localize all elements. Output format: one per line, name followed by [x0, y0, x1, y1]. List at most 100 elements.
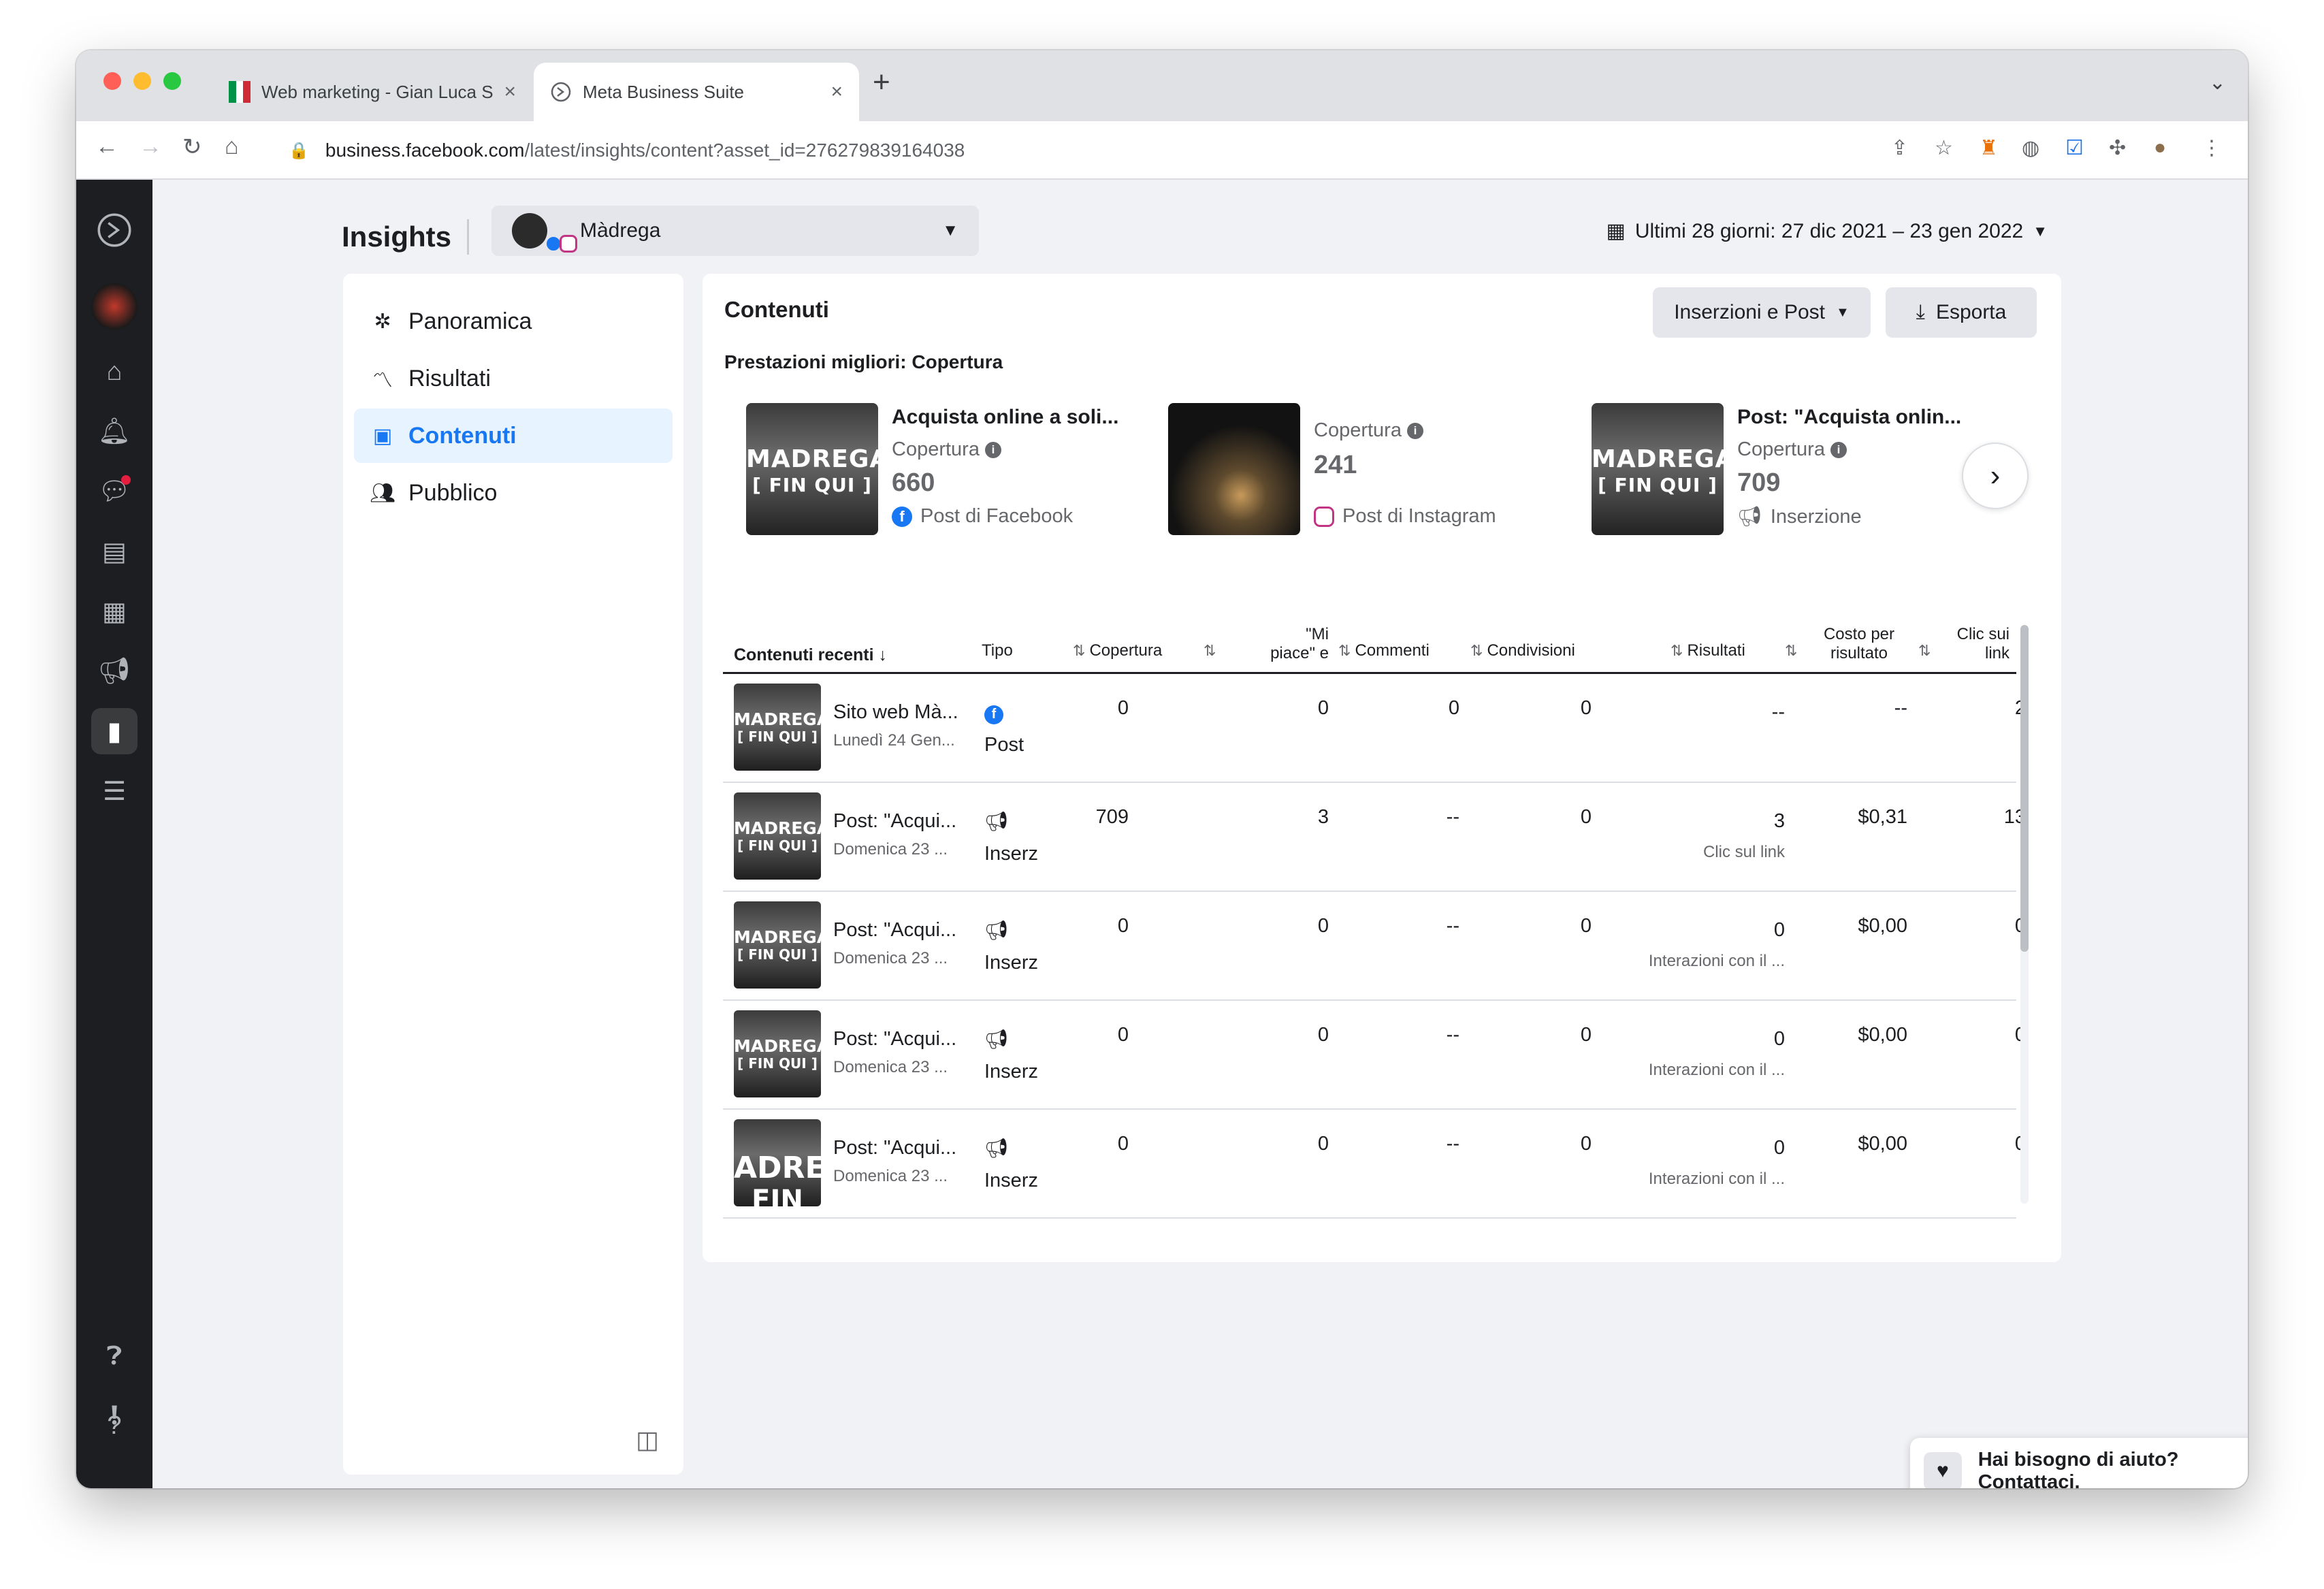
sidebar-item-panoramica[interactable]: ✲ Panoramica	[354, 294, 673, 349]
info-icon[interactable]: i	[984, 442, 1001, 459]
caret-down-icon: ▼	[2033, 222, 2048, 240]
ads-megaphone-icon[interactable]: 📢︎	[91, 648, 138, 694]
profile-avatar-icon[interactable]: ●	[2154, 136, 2166, 159]
header-divider	[467, 219, 469, 255]
row-title[interactable]: Sito web Mà...	[833, 701, 958, 724]
account-selector[interactable]: Màdrega ▼	[491, 206, 979, 256]
cell-shares: 0	[1580, 697, 1592, 719]
top-content-item[interactable]: Copertura i 241 Post di Instagram	[1168, 403, 1570, 539]
account-avatar	[512, 213, 577, 253]
sort-icon[interactable]: ⇅	[1204, 641, 1220, 660]
cell-results-sub: Interazioni con il ...	[1648, 952, 1785, 970]
megaphone-icon: 📢︎	[984, 920, 1009, 941]
close-tab-icon[interactable]: ×	[830, 80, 843, 103]
help-contact-button[interactable]: ♥ Hai bisogno di aiuto? Contattaci.	[1910, 1438, 2248, 1488]
post-thumbnail: MADREGA [ FIN QUI ]	[734, 792, 821, 880]
adblock-icon[interactable]: ◍	[2022, 136, 2039, 160]
reload-icon[interactable]: ↻	[182, 133, 202, 161]
account-avatar[interactable]	[91, 283, 138, 330]
sidebar-item-risultati[interactable]: 〽 Risultati	[354, 351, 673, 406]
puzzle-icon[interactable]: ✣	[2109, 136, 2126, 160]
cell-clicks: 0	[1944, 1024, 2026, 1046]
feedback-icon[interactable]: ❗︎	[91, 1393, 138, 1439]
caret-down-icon: ▼	[1835, 304, 1850, 320]
browser-tab-web-marketing[interactable]: Web marketing - Gian Luca Sh ×	[212, 63, 532, 121]
carousel-next-chevron-icon[interactable]: ›	[1962, 443, 2029, 509]
megaphone-icon: 📢︎	[984, 1029, 1009, 1050]
bookmark-star-icon[interactable]: ☆	[1935, 136, 1953, 160]
tab-search-chevron-icon[interactable]: ⌄	[2209, 71, 2226, 95]
row-title[interactable]: Post: "Acqui...	[833, 810, 956, 833]
table-row[interactable]: ADREG FIN QUI Post: "Acqui... Domenica 2…	[723, 1110, 2026, 1219]
sort-icon[interactable]: ⇅	[1785, 641, 1801, 660]
scrollbar-thumb[interactable]	[2020, 625, 2029, 952]
post-thumbnail: MADREGA [ FIN QUI ]	[734, 1010, 821, 1097]
table-row[interactable]: MADREGA [ FIN QUI ] Sito web Mà... Luned…	[723, 674, 2026, 783]
column-header-results[interactable]: ⇅ Risultati	[1671, 641, 1745, 660]
table-row[interactable]: MADREGA [ FIN QUI ] Post: "Acqui... Dome…	[723, 783, 2026, 892]
close-tab-icon[interactable]: ×	[504, 80, 516, 103]
top-content-item[interactable]: MADREGA [ FIN QUI ] Acquista online a so…	[746, 403, 1148, 539]
all-tools-menu-icon[interactable]: ☰	[91, 768, 138, 814]
row-type: Inserz	[984, 1170, 1038, 1191]
column-header-likes[interactable]: "Mi piace" e	[1247, 625, 1329, 663]
column-header-reach[interactable]: ⇅ Copertura	[1073, 641, 1162, 660]
cell-cost: --	[1894, 697, 1907, 719]
date-range-selector[interactable]: ▦ Ultimi 28 giorni: 27 dic 2021 – 23 gen…	[1606, 219, 2048, 243]
content-type-filter-button[interactable]: Inserzioni e Post ▼	[1653, 287, 1871, 338]
minimize-window-button[interactable]	[133, 72, 151, 90]
instagram-badge-icon	[560, 235, 577, 253]
table-row[interactable]: MADREGA [ FIN QUI ] Post: "Acqui... Dome…	[723, 892, 2026, 1001]
cell-results: 0	[1773, 1137, 1785, 1159]
thumbnail-text: [ FIN QUI ]	[752, 474, 872, 496]
inbox-chat-icon[interactable]: 💬︎	[91, 468, 138, 515]
checkbox-extension-icon[interactable]: ☑	[2065, 136, 2084, 160]
address-bar[interactable]: 🔒 business.facebook.com/latest/insights/…	[270, 129, 1931, 172]
thumbnail-text: FIN QUI	[752, 1185, 803, 1206]
browser-tab-meta-business-suite[interactable]: Meta Business Suite ×	[534, 63, 859, 121]
row-type: Inserz	[984, 843, 1038, 865]
forward-arrow-icon[interactable]: →	[139, 133, 162, 160]
collapse-sidebar-icon[interactable]: ◫	[636, 1426, 659, 1454]
sidebar-item-pubblico[interactable]: 👥︎ Pubblico	[354, 466, 673, 520]
posts-stories-icon[interactable]: ▤	[91, 528, 138, 575]
sort-icon[interactable]: ⇅	[1918, 641, 1935, 660]
meta-logo-icon[interactable]	[91, 207, 138, 253]
sidebar-item-contenuti[interactable]: ▣ Contenuti	[354, 408, 673, 463]
row-title[interactable]: Post: "Acqui...	[833, 1028, 956, 1050]
column-header-shares[interactable]: ⇅ Condivisioni	[1470, 641, 1586, 660]
sidebar-item-label: Risultati	[408, 365, 491, 391]
back-arrow-icon[interactable]: ←	[95, 133, 118, 160]
cell-clicks: 2	[1944, 697, 2026, 720]
new-tab-icon[interactable]: +	[873, 65, 890, 99]
share-icon[interactable]: ⇪	[1891, 136, 1908, 160]
extension-icon[interactable]: ♜	[1980, 136, 1998, 160]
top-item-value: 241	[1314, 451, 1357, 479]
info-icon[interactable]: i	[1830, 442, 1847, 459]
planner-calendar-icon[interactable]: ▦	[91, 588, 138, 635]
column-header-content[interactable]: Contenuti recenti ↓	[734, 645, 887, 664]
notifications-bell-icon[interactable]: 🔔︎	[91, 408, 138, 455]
row-title[interactable]: Post: "Acqui...	[833, 919, 956, 942]
table-row[interactable]: MADREGA [ FIN QUI ] Post: "Acqui... Dome…	[723, 1001, 2026, 1110]
help-question-icon-2[interactable]: ❓︎	[91, 1333, 138, 1379]
home-icon[interactable]: ⌂	[225, 133, 239, 160]
sort-icon: ⇅	[1073, 642, 1086, 659]
close-window-button[interactable]	[103, 72, 121, 90]
maximize-window-button[interactable]	[163, 72, 181, 90]
column-header-type[interactable]: Tipo	[982, 641, 1013, 660]
page-content: ⌂ 🔔︎ 💬︎ ▤ ▦ 📢︎ ▮ ☰ ? ❓︎ ❗︎ Insights Màdr…	[76, 180, 2248, 1488]
top-content-item[interactable]: MADREGA [ FIN QUI ] Post: "Acquista onli…	[1592, 403, 1961, 539]
column-header-comments[interactable]: ⇅ Commenti	[1338, 641, 1430, 660]
cell-cost: $0,00	[1858, 915, 1907, 937]
info-icon[interactable]: i	[1406, 423, 1423, 440]
table-scrollbar[interactable]	[2020, 625, 2029, 1204]
kebab-menu-icon[interactable]: ⋮	[2201, 136, 2222, 160]
home-icon[interactable]: ⌂	[91, 349, 138, 395]
row-title[interactable]: Post: "Acqui...	[833, 1137, 956, 1159]
column-header-clicks[interactable]: Clic sui link	[1941, 625, 2010, 663]
insights-chart-icon[interactable]: ▮	[91, 708, 138, 754]
export-button[interactable]: ⤓ Esporta	[1886, 287, 2037, 338]
column-header-cost[interactable]: Costo per risultato	[1808, 625, 1910, 663]
post-thumbnail: MADREGA [ FIN QUI ]	[746, 403, 878, 535]
